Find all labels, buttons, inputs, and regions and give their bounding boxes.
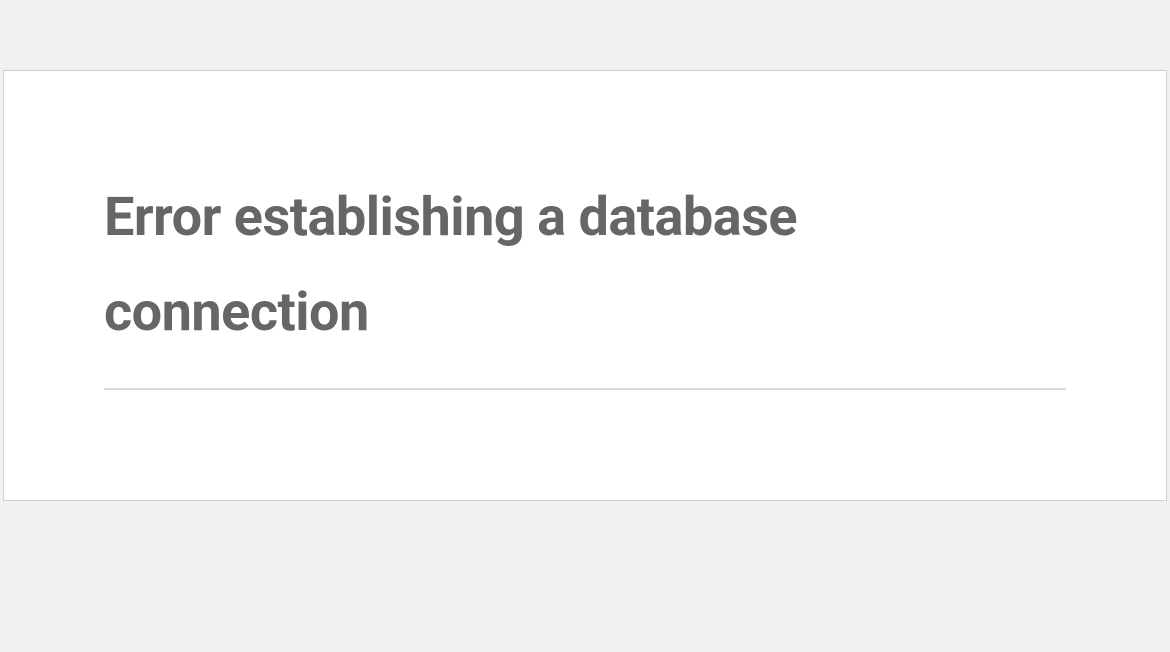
error-heading: Error establishing a database connection	[104, 171, 1066, 390]
error-card: Error establishing a database connection	[3, 70, 1167, 501]
